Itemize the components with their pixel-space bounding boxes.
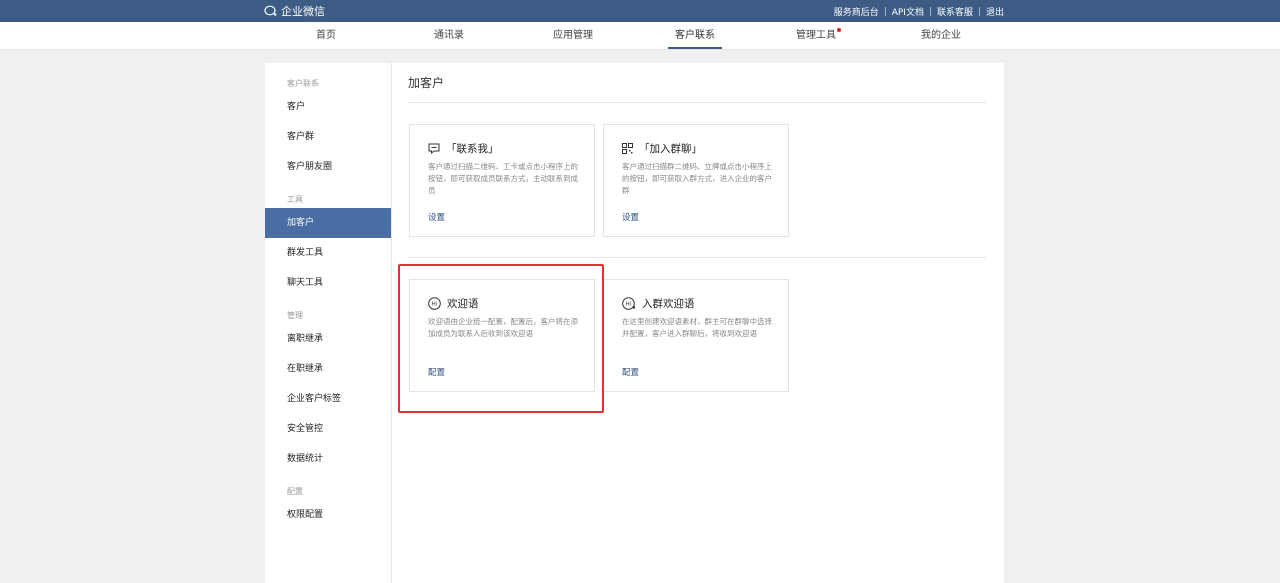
sidebar-item-chat-tools[interactable]: 聊天工具: [265, 268, 391, 298]
chat-bubble-icon: [428, 143, 440, 154]
card-contact-me: 「联系我」 客户通过扫描二维码、工卡或点击小程序上的按钮，即可获取成员联系方式，…: [409, 124, 595, 237]
card-description: 客户通过扫描群二维码、立牌或点击小程序上的按钮，即可获取入群方式，进入企业的客户…: [622, 162, 772, 195]
join-group-settings-link[interactable]: 设置: [622, 211, 639, 223]
main-nav: 首页 通讯录 应用管理 客户联系 管理工具 我的企业: [0, 22, 1280, 50]
top-links: 服务商后台 API文档 联系客服 退出: [828, 0, 1004, 22]
highlight-annotation: [398, 264, 604, 413]
card-group-welcome-message: Hi 入群欢迎语 在这里创建欢迎语素材，群主可在群聊中选择并配置，客户进入群聊后…: [603, 279, 789, 392]
sidebar-item-resign-inherit[interactable]: 离职继承: [265, 324, 391, 354]
nav-my-company[interactable]: 我的企业: [881, 22, 1001, 49]
svg-text:Hi: Hi: [625, 302, 631, 308]
group-welcome-config-link[interactable]: 配置: [622, 366, 639, 378]
sidebar-group-tools: 工具: [287, 195, 303, 204]
notification-dot: [837, 28, 841, 32]
qr-code-icon: [622, 143, 633, 154]
sidebar-item-customer-tags[interactable]: 企业客户标签: [265, 384, 391, 414]
nav-app-management[interactable]: 应用管理: [513, 22, 633, 49]
nav-management-tools-label: 管理工具: [796, 30, 836, 41]
card-description: 客户通过扫描二维码、工卡或点击小程序上的按钮，即可获取成员联系方式，主动联系到成…: [428, 162, 578, 195]
top-bar: 企业微信 服务商后台 API文档 联系客服 退出: [0, 0, 1280, 22]
sidebar-group-config: 配置: [287, 487, 303, 496]
nav-home[interactable]: 首页: [266, 22, 386, 49]
card-title: 入群欢迎语: [642, 298, 695, 310]
title-divider: [408, 102, 986, 103]
provider-admin-link[interactable]: 服务商后台: [828, 5, 885, 18]
logout-link[interactable]: 退出: [980, 5, 1004, 18]
sidebar-item-stats[interactable]: 数据统计: [265, 444, 391, 474]
sidebar-item-mass-send[interactable]: 群发工具: [265, 238, 391, 268]
card-title: 「联系我」: [446, 143, 499, 155]
sidebar-item-add-customer[interactable]: 加客户: [265, 208, 391, 238]
group-hi-bubble-icon: Hi: [622, 297, 636, 310]
sidebar-item-customer[interactable]: 客户: [265, 92, 391, 122]
sidebar-group-customer-contact: 客户联系: [287, 79, 319, 88]
brand-logo[interactable]: 企业微信: [264, 0, 325, 22]
card-description: 在这里创建欢迎语素材，群主可在群聊中选择并配置，客户进入群聊后，将收到欢迎语: [622, 317, 772, 338]
sidebar: 客户联系 客户 客户群 客户朋友圈 工具 加客户 群发工具 聊天工具 管理 离职…: [265, 63, 392, 583]
sidebar-item-customer-group[interactable]: 客户群: [265, 122, 391, 152]
nav-contacts[interactable]: 通讯录: [389, 22, 509, 49]
card-title: 「加入群聊」: [639, 143, 702, 155]
nav-management-tools[interactable]: 管理工具: [758, 22, 878, 49]
brand-name: 企业微信: [281, 5, 325, 18]
sidebar-item-security[interactable]: 安全管控: [265, 414, 391, 444]
sidebar-group-management: 管理: [287, 311, 303, 320]
nav-customer-contact[interactable]: 客户联系: [635, 22, 755, 49]
page-title: 加客户: [408, 76, 445, 90]
section-divider: [408, 257, 986, 258]
contact-me-settings-link[interactable]: 设置: [428, 211, 445, 223]
api-docs-link[interactable]: API文档: [886, 5, 930, 18]
contact-support-link[interactable]: 联系客服: [931, 5, 979, 18]
sidebar-item-customer-moments[interactable]: 客户朋友圈: [265, 152, 391, 182]
sidebar-item-onjob-inherit[interactable]: 在职继承: [265, 354, 391, 384]
wecom-logo-icon: [264, 5, 277, 16]
card-join-group: 「加入群聊」 客户通过扫描群二维码、立牌或点击小程序上的按钮，即可获取入群方式，…: [603, 124, 789, 237]
sidebar-item-permissions[interactable]: 权限配置: [265, 500, 391, 530]
